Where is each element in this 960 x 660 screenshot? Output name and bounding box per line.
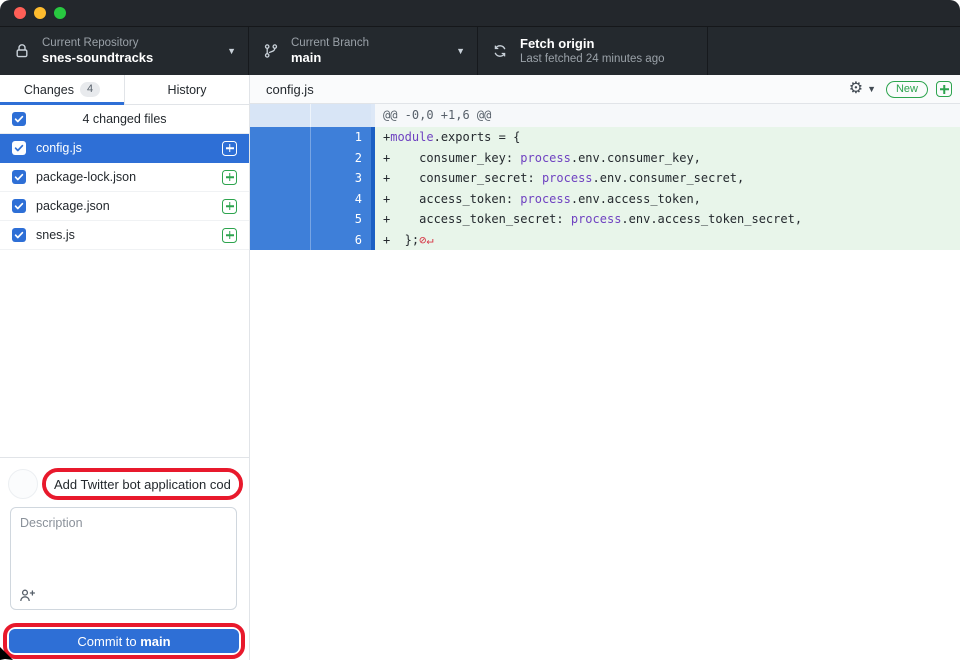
added-status-icon xyxy=(222,228,237,243)
lock-icon xyxy=(14,43,30,59)
diff-pane: config.js ⚙ ▼ New @@ -0,0 +1,6 @@ 1 xyxy=(250,75,960,660)
file-name: package.json xyxy=(36,199,212,213)
fetch-detail: Last fetched 24 minutes ago xyxy=(520,52,695,66)
commit-description-input[interactable] xyxy=(10,507,237,610)
file-checkbox[interactable] xyxy=(12,170,26,184)
diff-code: + consumer_secret: process.env.consumer_… xyxy=(375,168,960,189)
minimize-button[interactable] xyxy=(34,7,46,19)
chevron-down-icon: ▼ xyxy=(227,46,236,56)
diff-gutter-new[interactable]: 4 xyxy=(311,189,371,210)
file-name: package-lock.json xyxy=(36,170,212,184)
chevron-down-icon: ▼ xyxy=(456,46,465,56)
diff-gutter-new[interactable]: 5 xyxy=(311,209,371,230)
toolbar: Current Repository snes-soundtracks ▼ Cu… xyxy=(0,27,960,75)
sync-icon xyxy=(492,43,508,59)
changed-files-list: 4 changed files config.js package-lock.j… xyxy=(0,105,249,457)
file-row-snes-js[interactable]: snes.js xyxy=(0,221,249,250)
diff-line-3[interactable]: 3 + consumer_secret: process.env.consume… xyxy=(250,168,960,189)
diff-file-name: config.js xyxy=(266,82,849,97)
commit-summary-input[interactable] xyxy=(46,472,239,496)
diff-code: + consumer_key: process.env.consumer_key… xyxy=(375,148,960,169)
gear-icon: ⚙ xyxy=(849,81,863,97)
close-button[interactable] xyxy=(14,7,26,19)
diff-options-button[interactable]: ⚙ ▼ xyxy=(849,81,876,97)
added-status-icon xyxy=(222,170,237,185)
branch-label: Current Branch xyxy=(291,36,448,50)
commit-button-annotation-highlight: Commit to main xyxy=(3,623,245,659)
diff-gutter-old[interactable] xyxy=(250,209,311,230)
file-row-package-lock-json[interactable]: package-lock.json xyxy=(0,163,249,192)
branch-name: main xyxy=(291,50,448,66)
tab-changes-label: Changes xyxy=(24,83,74,97)
git-branch-icon xyxy=(263,43,279,59)
file-row-package-json[interactable]: package.json xyxy=(0,192,249,221)
mouse-cursor xyxy=(0,647,14,660)
diff-gutter-new[interactable]: 2 xyxy=(311,148,371,169)
diff-code: + access_token: process.env.access_token… xyxy=(375,189,960,210)
changes-count-badge: 4 xyxy=(80,82,100,97)
diff-line-4[interactable]: 4 + access_token: process.env.access_tok… xyxy=(250,189,960,210)
file-checkbox[interactable] xyxy=(12,141,26,155)
file-checkbox[interactable] xyxy=(12,228,26,242)
diff-header: config.js ⚙ ▼ New xyxy=(250,75,960,104)
file-name: snes.js xyxy=(36,228,212,242)
fetch-label: Fetch origin xyxy=(520,36,695,52)
titlebar xyxy=(0,0,960,27)
added-status-icon xyxy=(222,141,237,156)
file-checkbox[interactable] xyxy=(12,199,26,213)
commit-button[interactable]: Commit to main xyxy=(9,629,239,653)
added-status-icon xyxy=(222,199,237,214)
diff-gutter-old[interactable] xyxy=(250,230,311,251)
chevron-down-icon: ▼ xyxy=(867,84,876,94)
add-coauthor-icon[interactable] xyxy=(19,588,36,603)
diff-gutter-new xyxy=(311,104,371,127)
select-all-checkbox[interactable] xyxy=(12,112,26,126)
files-header-label: 4 changed files xyxy=(82,112,166,126)
diff-line-5[interactable]: 5 + access_token_secret: process.env.acc… xyxy=(250,209,960,230)
diff-gutter-old[interactable] xyxy=(250,148,311,169)
commit-button-branch: main xyxy=(140,634,170,649)
diff-line-1[interactable]: 1 +module.exports = { xyxy=(250,127,960,148)
commit-form: Commit to main xyxy=(0,457,249,660)
commit-button-prefix: Commit to xyxy=(77,634,140,649)
hunk-header-text: @@ -0,0 +1,6 @@ xyxy=(375,104,960,127)
diff-gutter-new[interactable]: 6 xyxy=(311,230,371,251)
diff-body: @@ -0,0 +1,6 @@ 1 +module.exports = { 2 … xyxy=(250,104,960,660)
hunk-header-row: @@ -0,0 +1,6 @@ xyxy=(250,104,960,127)
branch-selector[interactable]: Current Branch main ▼ xyxy=(249,27,478,75)
summary-annotation-highlight xyxy=(42,468,243,500)
diff-code: + access_token_secret: process.env.acces… xyxy=(375,209,960,230)
diff-line-2[interactable]: 2 + consumer_key: process.env.consumer_k… xyxy=(250,148,960,169)
app-window: Current Repository snes-soundtracks ▼ Cu… xyxy=(0,0,960,660)
sidebar-tabbar: Changes 4 History xyxy=(0,75,249,105)
diff-gutter-old[interactable] xyxy=(250,127,311,148)
diff-gutter-old[interactable] xyxy=(250,168,311,189)
new-file-status-badge: New xyxy=(886,81,928,98)
diff-gutter-new[interactable]: 1 xyxy=(311,127,371,148)
changes-sidebar: Changes 4 History 4 changed files xyxy=(0,75,250,660)
repository-name: snes-soundtracks xyxy=(42,50,219,66)
diff-gutter-old xyxy=(250,104,311,127)
avatar xyxy=(8,469,38,499)
tab-history[interactable]: History xyxy=(124,75,249,104)
diff-gutter-new[interactable]: 3 xyxy=(311,168,371,189)
diff-gutter-old[interactable] xyxy=(250,189,311,210)
tab-history-label: History xyxy=(168,83,207,97)
toolbar-spacer xyxy=(708,27,960,75)
added-file-icon[interactable] xyxy=(936,81,952,97)
file-row-config-js[interactable]: config.js xyxy=(0,134,249,163)
repository-label: Current Repository xyxy=(42,36,219,50)
diff-line-6[interactable]: 6 + };⊘↵ xyxy=(250,230,960,251)
file-name: config.js xyxy=(36,141,212,155)
repository-selector[interactable]: Current Repository snes-soundtracks ▼ xyxy=(0,27,249,75)
files-header-row: 4 changed files xyxy=(0,105,249,134)
zoom-button[interactable] xyxy=(54,7,66,19)
diff-code: +module.exports = { xyxy=(375,127,960,148)
fetch-origin-button[interactable]: Fetch origin Last fetched 24 minutes ago xyxy=(478,27,708,75)
diff-code: + };⊘↵ xyxy=(375,230,960,251)
tab-changes[interactable]: Changes 4 xyxy=(0,75,124,104)
